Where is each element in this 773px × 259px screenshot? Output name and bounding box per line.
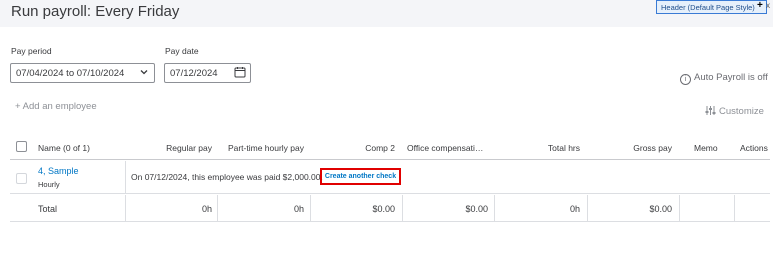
add-header-icon[interactable]: +	[757, 0, 763, 11]
column-divider	[734, 195, 735, 222]
pay-period-select[interactable]: 07/04/2024 to 07/10/2024	[10, 63, 155, 83]
total-hours: 0h	[569, 204, 580, 214]
total-part-time-hourly-pay: 0h	[293, 204, 304, 214]
table-header-row: Name (0 of 1) Regular pay Part-time hour…	[10, 134, 770, 160]
total-office-compensation: $0.00	[465, 204, 488, 214]
create-another-check-link[interactable]: Create another check	[320, 168, 401, 185]
calendar-icon[interactable]	[234, 66, 246, 81]
page-title: Run payroll: Every Friday	[11, 3, 180, 20]
auto-payroll-status[interactable]: i Auto Payroll is off	[680, 72, 768, 85]
column-divider	[310, 195, 311, 222]
column-header-office-compensation[interactable]: Office compensati…	[407, 143, 483, 153]
auto-payroll-label: Auto Payroll is off	[694, 72, 768, 83]
column-header-comp-2[interactable]: Comp 2	[330, 143, 395, 153]
total-regular-pay: 0h	[201, 204, 212, 214]
pay-date-label: Pay date	[165, 46, 199, 56]
column-header-regular-pay[interactable]: Regular pay	[150, 143, 212, 153]
column-divider	[125, 195, 126, 222]
title-bar: Run payroll: Every Friday Header (Defaul…	[0, 0, 773, 27]
column-header-total-hrs[interactable]: Total hrs	[520, 143, 580, 153]
already-paid-message: On 07/12/2024, this employee was paid $2…	[131, 172, 323, 182]
pay-date-input[interactable]: 07/12/2024	[164, 63, 251, 83]
column-header-gross-pay[interactable]: Gross pay	[610, 143, 672, 153]
chevron-down-icon	[139, 67, 149, 80]
employee-row-checkbox[interactable]	[16, 173, 27, 184]
add-employee-button[interactable]: + Add an employee	[15, 101, 97, 112]
sliders-icon	[705, 105, 716, 119]
header-style-badge[interactable]: Header (Default Page Style)	[656, 0, 767, 14]
info-icon: i	[680, 74, 691, 85]
select-all-checkbox[interactable]	[16, 141, 27, 152]
column-divider	[679, 195, 680, 222]
column-divider	[402, 195, 403, 222]
column-divider	[494, 195, 495, 222]
pay-date-value: 07/12/2024	[170, 68, 218, 79]
column-header-memo: Memo	[694, 143, 718, 153]
pay-period-value: 07/04/2024 to 07/10/2024	[16, 68, 125, 79]
employee-pay-type: Hourly	[38, 180, 60, 189]
column-divider	[587, 195, 588, 222]
total-comp-2: $0.00	[372, 204, 395, 214]
column-header-name[interactable]: Name (0 of 1)	[38, 143, 90, 153]
pay-period-label: Pay period	[11, 46, 52, 56]
column-header-part-time-hourly-pay[interactable]: Part-time hourly pay	[215, 143, 304, 153]
total-row: Total 0h 0h $0.00 $0.00 0h $0.00	[10, 195, 770, 222]
customize-button[interactable]: Customize	[705, 105, 764, 119]
employee-name-link[interactable]: 4, Sample	[38, 166, 79, 176]
total-label: Total	[38, 204, 58, 214]
column-header-actions: Actions	[740, 143, 768, 153]
customize-label: Customize	[719, 106, 764, 117]
close-header-icon[interactable]: x	[766, 1, 770, 10]
employee-row: 4, Sample Hourly On 07/12/2024, this emp…	[10, 161, 770, 194]
column-divider	[125, 161, 126, 194]
column-divider	[217, 195, 218, 222]
total-gross-pay: $0.00	[649, 204, 672, 214]
